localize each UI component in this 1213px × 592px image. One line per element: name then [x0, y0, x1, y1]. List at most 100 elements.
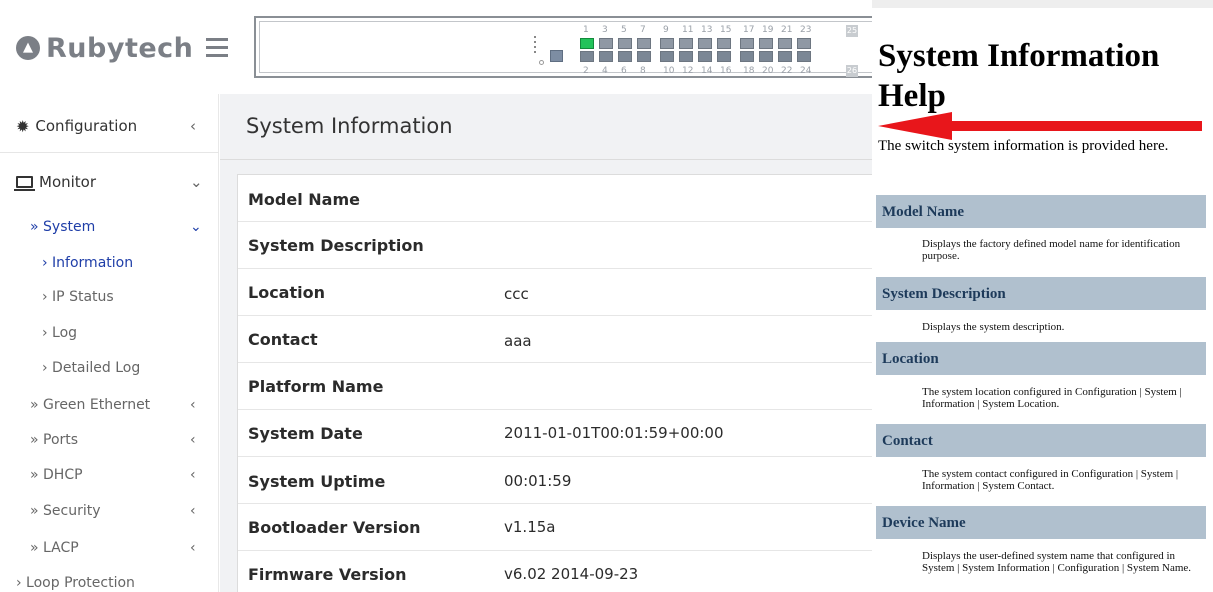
sfp-port[interactable]: 25: [846, 25, 858, 37]
field-label: Firmware Version: [248, 565, 407, 584]
sidebar-item-log[interactable]: › Log: [0, 322, 219, 344]
ethernet-port[interactable]: [717, 38, 731, 49]
table-row: System Uptime 00:01:59: [238, 457, 873, 504]
field-label: Bootloader Version: [248, 518, 421, 537]
table-row: System Date 2011-01-01T00:01:59+00:00: [238, 410, 873, 457]
main-content: Model Name System Description Location c…: [220, 160, 873, 592]
sidebar-item-lacp[interactable]: » LACP ‹: [0, 537, 219, 559]
ethernet-port[interactable]: [698, 38, 712, 49]
status-dots-icon: [534, 36, 538, 56]
sidebar-item-ports[interactable]: » Ports ‹: [0, 429, 219, 451]
chevron-left-icon: ‹: [190, 503, 196, 519]
ethernet-port[interactable]: [618, 38, 632, 49]
help-section-heading: Contact: [876, 424, 1206, 457]
chevron-down-icon: ⌄: [190, 219, 202, 235]
page-title: System Information: [246, 114, 453, 138]
sidebar-item-security[interactable]: » Security ‹: [0, 500, 219, 522]
sidebar-item-ip-status[interactable]: › IP Status: [0, 286, 219, 308]
field-value: v6.02 2014-09-23: [504, 565, 639, 583]
sidebar-item-dhcp[interactable]: » DHCP ‹: [0, 464, 219, 486]
table-row: Location ccc: [238, 269, 873, 316]
page-header: System Information: [220, 94, 872, 160]
port-number-label: 13: [701, 25, 713, 35]
ethernet-port[interactable]: [637, 38, 651, 49]
help-section-text: Displays the factory defined model name …: [922, 238, 1181, 262]
chevron-down-icon: ⌄: [190, 173, 203, 191]
table-row: Firmware Version v6.02 2014-09-23: [238, 551, 873, 592]
sidebar-item-detailed-log[interactable]: › Detailed Log: [0, 357, 219, 379]
field-label: Location: [248, 283, 325, 302]
sidebar-item-green-ethernet[interactable]: » Green Ethernet ‹: [0, 394, 219, 416]
port-number-label: 1: [583, 25, 589, 35]
ethernet-port[interactable]: [660, 38, 674, 49]
field-value: ccc: [504, 285, 529, 303]
switch-port-panel: 1 3 5 7 9 11 13 15 17 19 21 23 25 2 4 6 8 10 12 14 16 18 20 22 2…: [528, 24, 872, 80]
ethernet-port[interactable]: [599, 38, 613, 49]
brand-logo[interactable]: ▲ Rubytech: [16, 30, 193, 66]
help-intro: The switch system information is provide…: [878, 138, 1169, 154]
port-number-label: 7: [640, 25, 646, 35]
ethernet-port[interactable]: [759, 38, 773, 49]
ethernet-port[interactable]: [759, 51, 773, 62]
field-label: System Date: [248, 424, 363, 443]
logo-mark-icon: ▲: [16, 36, 40, 60]
sidebar-item-information[interactable]: › Information: [0, 252, 219, 274]
chevron-left-icon: ‹: [190, 432, 196, 448]
port-number-label: 5: [621, 25, 627, 35]
gear-icon: ✹: [16, 116, 30, 136]
help-section-text: Displays the user-defined system name th…: [922, 550, 1192, 574]
help-panel: System Information Help The switch syste…: [872, 0, 1213, 592]
ethernet-port[interactable]: [580, 51, 594, 62]
port-number-label: 20: [762, 66, 774, 76]
ethernet-port[interactable]: [618, 51, 632, 62]
field-label: Contact: [248, 330, 318, 349]
ethernet-port[interactable]: [717, 51, 731, 62]
ethernet-port[interactable]: [679, 38, 693, 49]
ethernet-port[interactable]: [797, 38, 811, 49]
field-value: 2011-01-01T00:01:59+00:00: [504, 424, 724, 442]
field-label: Model Name: [248, 190, 360, 209]
port-number-label: 8: [640, 66, 646, 76]
sidebar-item-configuration[interactable]: ✹ Configuration ‹: [0, 114, 219, 138]
chevron-left-icon: ‹: [190, 467, 196, 483]
help-title: System Information Help: [878, 38, 1160, 114]
port-number-label: 17: [743, 25, 755, 35]
sidebar-item-monitor[interactable]: Monitor ⌄: [0, 170, 219, 194]
port-number-label: 18: [743, 66, 755, 76]
port-number-label: 21: [781, 25, 793, 35]
ethernet-port[interactable]: [637, 51, 651, 62]
ethernet-port[interactable]: [778, 51, 792, 62]
port-number-label: 19: [762, 25, 774, 35]
help-section-heading: System Description: [876, 277, 1206, 310]
port-number-label: 23: [800, 25, 812, 35]
port-number-label: 22: [781, 66, 793, 76]
monitor-icon: [14, 176, 35, 191]
field-label: System Description: [248, 236, 424, 255]
hamburger-icon: [206, 38, 228, 41]
top-header: ▲ Rubytech 1 3 5 7 9 11 13 15 17 19 21 23 25 2 4 6 8 10 12…: [0, 0, 872, 94]
ethernet-port[interactable]: [778, 38, 792, 49]
port-number-label: 10: [663, 66, 675, 76]
port-number-label: 3: [602, 25, 608, 35]
ethernet-port[interactable]: [679, 51, 693, 62]
port-number-label: 15: [720, 25, 732, 35]
help-section-text: The system contact configured in Configu…: [922, 468, 1179, 492]
sidebar-item-loop-protection[interactable]: › Loop Protection: [0, 572, 219, 592]
port-number-label: 11: [682, 25, 694, 35]
field-value: aaa: [504, 332, 532, 350]
chevron-left-icon: ‹: [190, 540, 196, 556]
ethernet-port[interactable]: [740, 38, 754, 49]
table-row: Model Name: [238, 175, 873, 222]
management-port[interactable]: [550, 50, 563, 62]
menu-toggle-button[interactable]: [206, 38, 228, 58]
ethernet-port[interactable]: [797, 51, 811, 62]
chevron-left-icon: ‹: [190, 397, 196, 413]
ethernet-port[interactable]: [660, 51, 674, 62]
ethernet-port[interactable]: [580, 38, 594, 49]
sfp-port[interactable]: 26: [846, 65, 858, 77]
sidebar-item-system[interactable]: » System ⌄: [0, 216, 219, 238]
ethernet-port[interactable]: [698, 51, 712, 62]
ethernet-port[interactable]: [599, 51, 613, 62]
table-row: Bootloader Version v1.15a: [238, 504, 873, 551]
ethernet-port[interactable]: [740, 51, 754, 62]
